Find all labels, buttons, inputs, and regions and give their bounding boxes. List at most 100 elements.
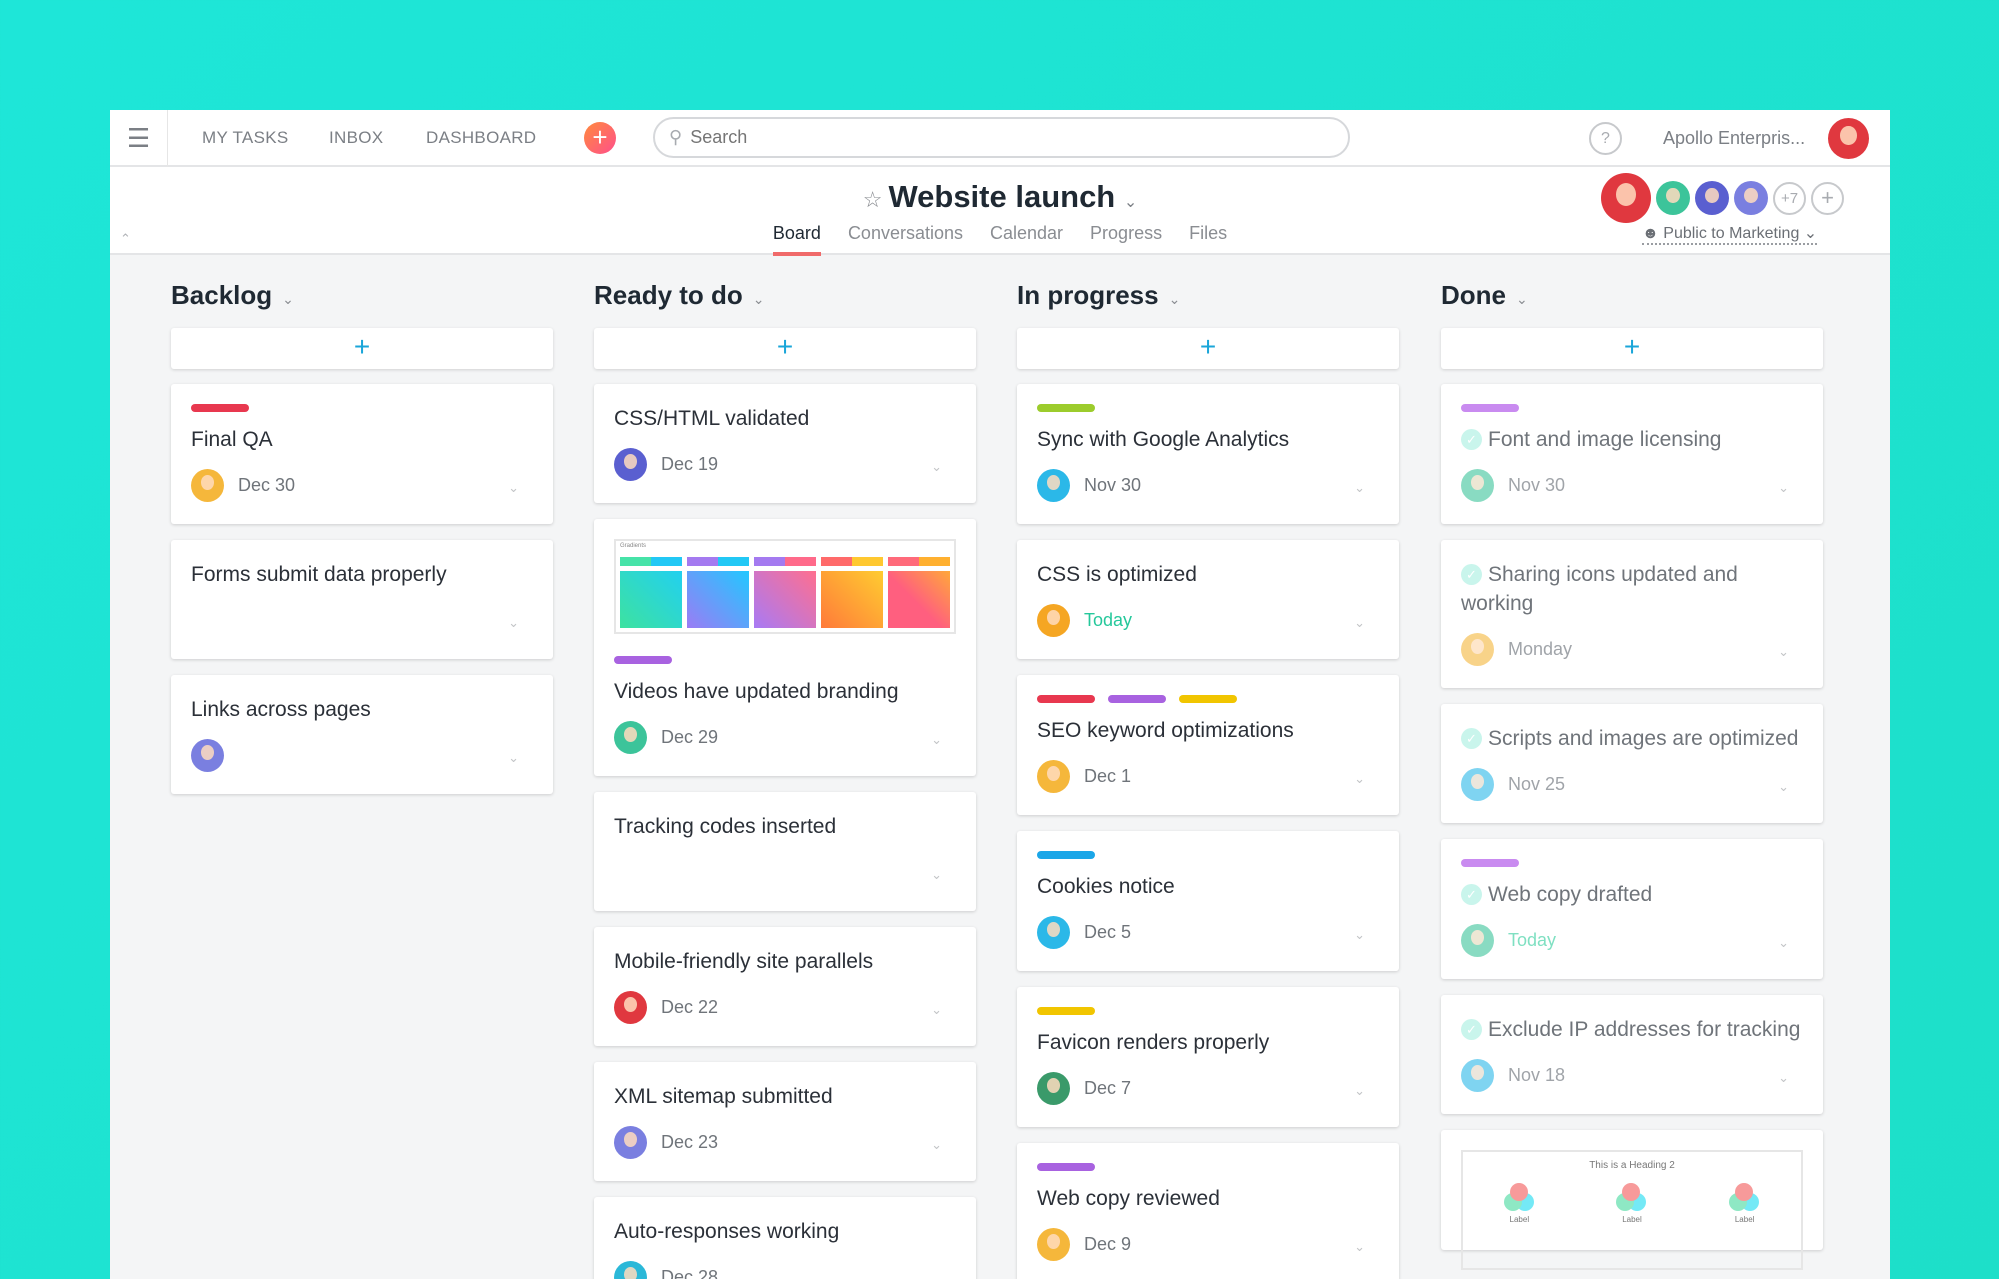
quick-add-button[interactable]: + xyxy=(584,122,616,154)
task-title[interactable]: Favicon renders properly xyxy=(1037,1028,1379,1057)
tab-progress[interactable]: Progress xyxy=(1090,223,1162,256)
due-date[interactable]: Dec 29 xyxy=(661,727,718,748)
add-task-button[interactable]: + xyxy=(1441,328,1823,369)
task-card[interactable]: ✓ Web copy drafted Today ⌄ xyxy=(1441,839,1823,979)
assignee-avatar[interactable] xyxy=(614,447,647,481)
chevron-down-icon[interactable]: ⌄ xyxy=(1354,927,1365,943)
check-icon[interactable]: ✓ xyxy=(1461,1019,1482,1040)
member-avatar[interactable] xyxy=(1601,173,1651,223)
column-title[interactable]: Done xyxy=(1441,280,1506,310)
search-input[interactable] xyxy=(690,127,1291,148)
help-button[interactable]: ? xyxy=(1589,122,1622,155)
task-card[interactable]: Final QA Dec 30 ⌄ xyxy=(171,384,553,524)
check-icon[interactable]: ✓ xyxy=(1461,728,1482,749)
task-card[interactable]: Links across pages ⌄ xyxy=(171,675,553,794)
task-title[interactable]: Cookies notice xyxy=(1037,872,1379,901)
chevron-down-icon[interactable]: ⌄ xyxy=(931,1137,942,1153)
task-title[interactable]: ✓ Font and image licensing xyxy=(1461,425,1803,454)
chevron-down-icon[interactable]: ⌄ xyxy=(931,459,942,475)
task-title[interactable]: Tracking codes inserted xyxy=(614,812,956,841)
task-card[interactable]: ✓ Exclude IP addresses for tracking Nov 18… xyxy=(1441,995,1823,1114)
tag-label[interactable] xyxy=(191,404,249,412)
due-date[interactable]: Today xyxy=(1084,610,1132,631)
due-date[interactable]: Nov 25 xyxy=(1508,774,1565,795)
chevron-down-icon[interactable]: ⌄ xyxy=(282,291,294,307)
chevron-down-icon[interactable]: ⌄ xyxy=(1778,480,1789,496)
assignee-avatar[interactable] xyxy=(614,1125,647,1159)
task-card[interactable]: Web copy reviewed Dec 9 ⌄ xyxy=(1017,1143,1399,1279)
chevron-down-icon[interactable]: ⌄ xyxy=(1516,291,1528,307)
task-card[interactable]: ✓ Sharing icons updated and working Monday… xyxy=(1441,540,1823,688)
assignee-avatar[interactable] xyxy=(614,720,647,754)
assignee-avatar[interactable] xyxy=(614,990,647,1024)
task-title[interactable]: CSS is optimized xyxy=(1037,560,1379,589)
chevron-down-icon[interactable]: ⌄ xyxy=(931,1272,942,1279)
task-card[interactable]: CSS/HTML validated Dec 19 ⌄ xyxy=(594,384,976,503)
due-date[interactable]: Dec 28 xyxy=(661,1267,718,1279)
chevron-down-icon[interactable]: ⌄ xyxy=(1778,779,1789,795)
task-card[interactable]: Cookies notice Dec 5 ⌄ xyxy=(1017,831,1399,971)
task-card[interactable]: CSS is optimized Today ⌄ xyxy=(1017,540,1399,659)
task-title[interactable]: Auto-responses working xyxy=(614,1217,956,1246)
due-date[interactable]: Dec 7 xyxy=(1084,1078,1131,1099)
task-card[interactable]: Mobile-friendly site parallels Dec 22 ⌄ xyxy=(594,927,976,1046)
tag-label[interactable] xyxy=(1461,859,1519,867)
more-members-button[interactable]: +7 xyxy=(1773,181,1806,215)
tag-label[interactable] xyxy=(1108,695,1166,703)
task-title[interactable]: Sync with Google Analytics xyxy=(1037,425,1379,454)
task-card[interactable]: Sync with Google Analytics Nov 30 ⌄ xyxy=(1017,384,1399,524)
menu-icon[interactable]: ☰ xyxy=(110,110,168,167)
column-title[interactable]: In progress xyxy=(1017,280,1159,310)
assignee-avatar[interactable] xyxy=(1461,767,1494,801)
assignee-avatar[interactable] xyxy=(1461,1058,1494,1092)
search-bar[interactable]: ⚲ xyxy=(653,117,1350,158)
user-avatar[interactable] xyxy=(1828,118,1869,159)
task-title[interactable]: Mobile-friendly site parallels xyxy=(614,947,956,976)
chevron-down-icon[interactable]: ⌄ xyxy=(1169,291,1181,307)
project-title[interactable]: Website launch xyxy=(888,179,1115,214)
member-avatar[interactable] xyxy=(1656,181,1690,215)
assignee-avatar[interactable] xyxy=(1461,923,1494,957)
chevron-down-icon[interactable]: ⌄ xyxy=(1778,1070,1789,1086)
chevron-down-icon[interactable]: ⌄ xyxy=(1354,480,1365,496)
task-card[interactable]: SEO keyword optimizations Dec 1 ⌄ xyxy=(1017,675,1399,815)
task-card[interactable]: This is a Heading 2 Label Label Label xyxy=(1441,1130,1823,1270)
task-title[interactable]: XML sitemap submitted xyxy=(614,1082,956,1111)
chevron-down-icon[interactable]: ⌄ xyxy=(1354,1239,1365,1255)
chevron-down-icon[interactable]: ⌄ xyxy=(508,615,519,631)
assignee-avatar[interactable] xyxy=(1037,915,1070,949)
task-card[interactable]: Tracking codes inserted ⌄ xyxy=(594,792,976,911)
column-title[interactable]: Backlog xyxy=(171,280,272,310)
check-icon[interactable]: ✓ xyxy=(1461,429,1482,450)
due-date[interactable]: Dec 9 xyxy=(1084,1234,1131,1255)
assignee-avatar[interactable] xyxy=(1037,1227,1070,1261)
assignee-avatar[interactable] xyxy=(1037,468,1070,502)
organization-switcher[interactable]: Apollo Enterpris... xyxy=(1663,128,1805,149)
chevron-down-icon[interactable]: ⌄ xyxy=(931,867,942,883)
task-title[interactable]: Links across pages xyxy=(191,695,533,724)
due-date[interactable]: Dec 30 xyxy=(238,475,295,496)
add-member-button[interactable]: + xyxy=(1811,181,1844,215)
task-title[interactable]: Web copy reviewed xyxy=(1037,1184,1379,1213)
chevron-down-icon[interactable]: ⌄ xyxy=(508,480,519,496)
chevron-down-icon[interactable]: ⌄ xyxy=(1124,194,1137,211)
chevron-down-icon[interactable]: ⌄ xyxy=(508,750,519,766)
task-title[interactable]: Final QA xyxy=(191,425,533,454)
due-date[interactable]: Dec 23 xyxy=(661,1132,718,1153)
chevron-down-icon[interactable]: ⌄ xyxy=(1354,771,1365,787)
tab-conversations[interactable]: Conversations xyxy=(848,223,963,256)
due-date[interactable]: Nov 18 xyxy=(1508,1065,1565,1086)
tag-label[interactable] xyxy=(1179,695,1237,703)
tab-board[interactable]: Board xyxy=(772,223,821,256)
due-date[interactable]: Dec 5 xyxy=(1084,922,1131,943)
privacy-dropdown[interactable]: ☻ Public to Marketing ⌄ xyxy=(1642,223,1818,245)
task-card[interactable]: ✓ Scripts and images are optimized Nov 25 ⌄ xyxy=(1441,704,1823,823)
task-card[interactable]: ✓ Font and image licensing Nov 30 ⌄ xyxy=(1441,384,1823,524)
task-card[interactable]: Gradients Videos have updated branding Dec… xyxy=(594,519,976,776)
chevron-down-icon[interactable]: ⌄ xyxy=(1354,1083,1365,1099)
add-task-button[interactable]: + xyxy=(594,328,976,369)
task-title[interactable]: ✓ Web copy drafted xyxy=(1461,880,1803,909)
tab-files[interactable]: Files xyxy=(1189,223,1227,256)
chevron-down-icon[interactable]: ⌄ xyxy=(753,291,765,307)
task-title[interactable]: ✓ Exclude IP addresses for tracking xyxy=(1461,1015,1803,1044)
